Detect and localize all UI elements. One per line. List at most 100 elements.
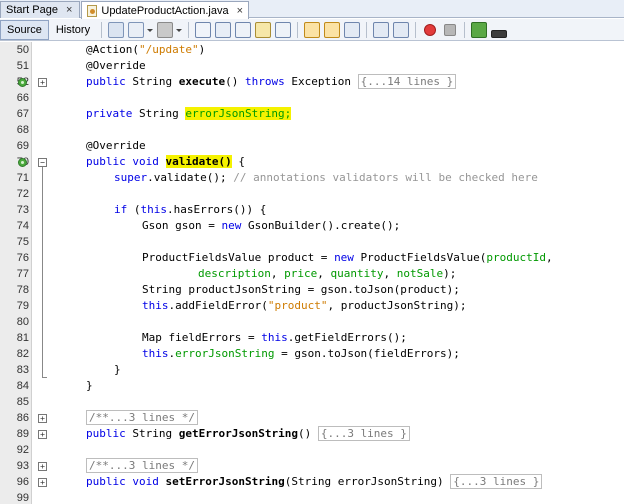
code-text: } [86, 379, 93, 392]
code-line: 84 } [0, 378, 624, 394]
find-next-icon[interactable] [215, 21, 232, 38]
toggle-rectangular-selection-icon[interactable] [275, 21, 292, 38]
collapsed-comment-block[interactable]: /**...3 lines */ [86, 410, 198, 425]
collapsed-comment-block[interactable]: /**...3 lines */ [86, 458, 198, 473]
next-bookmark-icon[interactable] [324, 21, 341, 38]
code-line: 78 String productJsonString = gson.toJso… [0, 282, 624, 298]
override-annotation-icon[interactable] [18, 78, 27, 87]
code-line: 74 Gson gson = new GsonBuilder().create(… [0, 218, 624, 234]
line-number: 79 [16, 300, 29, 312]
code-text: @Override [86, 59, 146, 72]
code-line: 76 ProductFieldsValue product = new Prod… [0, 250, 624, 266]
source-button[interactable]: Source [0, 19, 49, 40]
code-line: 93 + /**...3 lines */ [0, 458, 624, 474]
line-number: 66 [16, 92, 29, 104]
toggle-highlight-icon[interactable] [255, 21, 272, 38]
shift-left-icon[interactable] [373, 21, 390, 38]
code-line: 79 this.addFieldError("product", product… [0, 298, 624, 314]
code-line: 66 [0, 90, 624, 106]
line-number: 78 [16, 284, 29, 296]
editor-tab-strip: Start Page × UpdateProductAction.java × [0, 0, 624, 19]
line-number: 96 [16, 476, 29, 488]
code-line: 83 } [0, 362, 624, 378]
back-dropdown-icon[interactable] [146, 22, 154, 38]
code-line: 81 Map fieldErrors = this.getFieldErrors… [0, 330, 624, 346]
code-text: @Action("/update") [86, 43, 206, 56]
code-line: 82 this.errorJsonString = gson.toJson(fi… [0, 346, 624, 362]
tab-label: Start Page [6, 4, 58, 16]
find-selection-icon[interactable] [235, 21, 252, 38]
code-line: 96 + public void setErrorJsonString(Stri… [0, 474, 624, 490]
line-number: 76 [16, 252, 29, 264]
code-line: 72 [0, 186, 624, 202]
line-number: 83 [16, 364, 29, 376]
stop-macro-recording-icon[interactable] [444, 23, 457, 36]
code-line: 67 private String errorJsonString; [0, 106, 624, 122]
collapse-fold-icon[interactable]: − [38, 158, 47, 167]
code-line: 85 [0, 394, 624, 410]
collapsed-code-block[interactable]: {...14 lines } [357, 74, 457, 89]
line-number: 89 [16, 428, 29, 440]
code-text: /**...3 lines */ [86, 410, 198, 426]
previous-bookmark-icon[interactable] [304, 21, 321, 38]
editor-toolbar: Source History [0, 19, 624, 41]
expand-fold-icon[interactable]: + [38, 414, 47, 423]
toolbar-separator [366, 21, 368, 38]
expand-fold-icon[interactable]: + [38, 478, 47, 487]
tab-update-product-action[interactable]: UpdateProductAction.java × [81, 1, 249, 19]
line-number: 73 [16, 204, 29, 216]
code-text: description, price, quantity, notSale); [198, 267, 457, 280]
code-text: @Override [86, 139, 146, 152]
code-text: super.validate(); // annotations validat… [114, 171, 538, 184]
override-annotation-icon[interactable] [18, 158, 27, 167]
expand-fold-icon[interactable]: + [38, 462, 47, 471]
code-text: public void validate() { [86, 155, 245, 168]
code-line: 89 + public String getErrorJsonString() … [0, 426, 624, 442]
code-line: 70 − public void validate() { [0, 154, 624, 170]
forward-dropdown-icon[interactable] [175, 22, 183, 38]
line-number: 86 [16, 412, 29, 424]
expand-fold-icon[interactable]: + [38, 78, 47, 87]
line-number: 67 [16, 108, 29, 120]
line-number: 68 [16, 124, 29, 136]
line-number: 85 [16, 396, 29, 408]
code-text: public String execute() throws Exception… [86, 74, 457, 90]
collapsed-code-block[interactable]: {...3 lines } [450, 474, 543, 489]
last-edit-icon[interactable] [108, 21, 125, 38]
collapsed-code-block[interactable]: {...3 lines } [317, 426, 410, 441]
toolbar-separator [101, 21, 103, 38]
line-number: 80 [16, 316, 29, 328]
line-number: 82 [16, 348, 29, 360]
code-line: 99 [0, 490, 624, 504]
toolbar-separator [188, 21, 190, 38]
line-number: 84 [16, 380, 29, 392]
back-icon[interactable] [128, 21, 145, 38]
expand-fold-icon[interactable]: + [38, 430, 47, 439]
toggle-bookmark-icon[interactable] [344, 21, 361, 38]
line-number: 75 [16, 236, 29, 248]
code-text: } [114, 363, 121, 376]
code-text: public String getErrorJsonString() {...3… [86, 426, 410, 442]
code-line: 69 @Override [0, 138, 624, 154]
line-number: 72 [16, 188, 29, 200]
code-text: /**...3 lines */ [86, 458, 198, 474]
line-number: 50 [16, 44, 29, 56]
line-number: 81 [16, 332, 29, 344]
start-macro-recording-icon[interactable] [424, 23, 437, 36]
find-previous-icon[interactable] [195, 21, 212, 38]
close-icon[interactable]: × [237, 5, 243, 17]
shift-right-icon[interactable] [393, 21, 410, 38]
line-number: 74 [16, 220, 29, 232]
history-button[interactable]: History [49, 20, 97, 40]
uncomment-icon[interactable] [491, 29, 508, 38]
code-line: 75 [0, 234, 624, 250]
code-editor[interactable]: 50 @Action("/update") 51 @Override 52 + … [0, 42, 624, 504]
code-text: String productJsonString = gson.toJson(p… [142, 283, 460, 296]
code-line: 77 description, price, quantity, notSale… [0, 266, 624, 282]
code-text: ProductFieldsValue product = new Product… [142, 251, 553, 264]
toolbar-separator [415, 21, 417, 38]
comment-icon[interactable] [471, 21, 488, 38]
forward-icon[interactable] [157, 21, 174, 38]
close-icon[interactable]: × [66, 4, 72, 16]
tab-start-page[interactable]: Start Page × [0, 1, 80, 18]
